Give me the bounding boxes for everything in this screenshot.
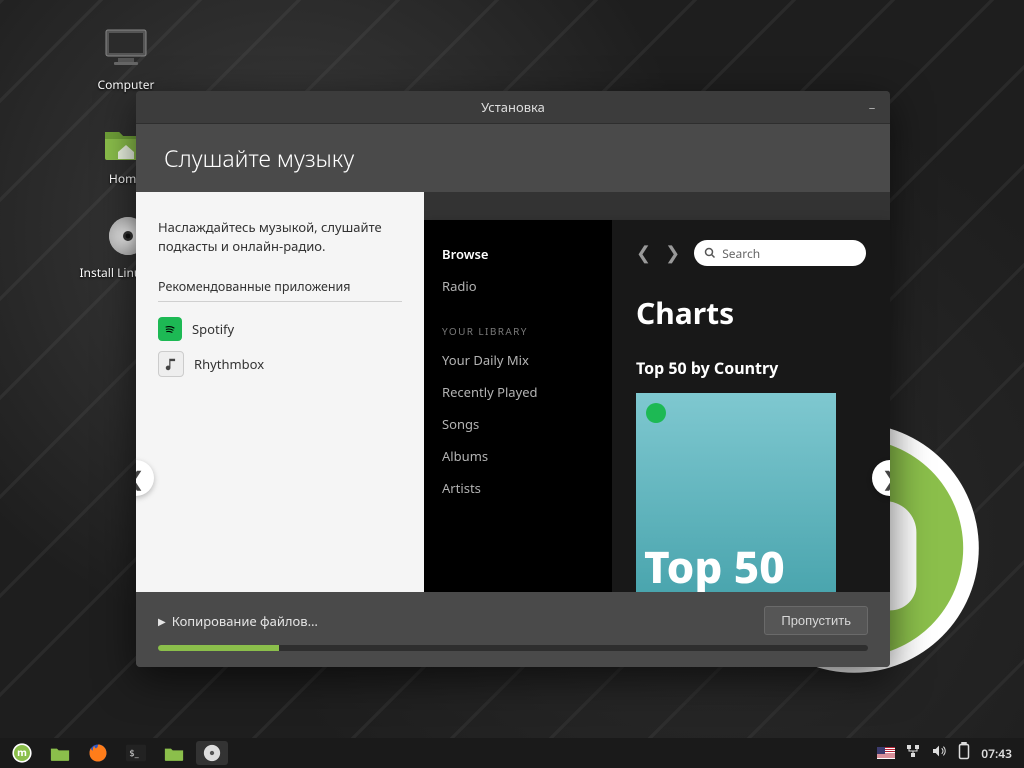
computer-icon xyxy=(102,24,150,72)
svg-text:m: m xyxy=(17,745,27,759)
sidebar-item: Songs xyxy=(442,408,594,440)
taskbar-terminal[interactable]: $_ xyxy=(120,741,152,765)
back-arrow-icon: ❮ xyxy=(636,241,651,265)
cover-text: Top 50 xyxy=(636,541,793,592)
taskbar-files-2[interactable] xyxy=(158,741,190,765)
desktop-icon-computer[interactable]: Computer xyxy=(86,24,166,93)
installer-footer: ▶ Копирование файлов… Пропустить xyxy=(136,592,890,667)
spotify-sidebar: Browse Radio YOUR LIBRARY Your Daily Mix… xyxy=(424,220,612,592)
skip-button[interactable]: Пропустить xyxy=(764,606,868,635)
app-row-spotify: Spotify xyxy=(158,312,402,346)
charts-title: Charts xyxy=(636,292,866,333)
taskbar-installer-running[interactable] xyxy=(196,741,228,765)
keyboard-layout-indicator[interactable] xyxy=(877,747,895,759)
status-text: Копирование файлов… xyxy=(172,612,318,630)
volume-icon[interactable] xyxy=(931,743,947,763)
screenshot-titlebar xyxy=(424,192,890,220)
playlist-cover: Top 50 xyxy=(636,393,836,592)
rhythmbox-icon xyxy=(158,351,184,377)
sidebar-browse: Browse xyxy=(442,238,594,270)
window-titlebar[interactable]: Установка – xyxy=(136,91,890,124)
start-menu-button[interactable]: m xyxy=(6,741,38,765)
app-name: Spotify xyxy=(192,320,234,338)
apps-heading: Рекомендованные приложения xyxy=(158,278,402,302)
slide-text-panel: Наслаждайтесь музыкой, слушайте подкасты… xyxy=(136,192,424,592)
spotify-screenshot: Browse Radio YOUR LIBRARY Your Daily Mix… xyxy=(424,220,890,592)
network-icon[interactable] xyxy=(905,743,921,763)
progress-fill xyxy=(158,645,279,651)
app-name: Rhythmbox xyxy=(194,355,264,373)
sidebar-item: Artists xyxy=(442,472,594,504)
slide-headline: Слушайте музыку xyxy=(136,124,890,192)
sidebar-item: Recently Played xyxy=(442,376,594,408)
spotify-badge-icon xyxy=(646,403,666,423)
search-icon xyxy=(704,247,716,259)
system-tray: 07:43 xyxy=(877,742,1018,764)
install-status[interactable]: ▶ Копирование файлов… xyxy=(158,612,318,630)
slide-screenshot-panel: Browse Radio YOUR LIBRARY Your Daily Mix… xyxy=(424,192,890,592)
slide-area: ❮ ❯ Наслаждайтесь музыкой, слушайте подк… xyxy=(136,192,890,592)
charts-subtitle: Top 50 by Country xyxy=(636,357,866,379)
sidebar-library-hdr: YOUR LIBRARY xyxy=(442,324,594,338)
sidebar-item: Albums xyxy=(442,440,594,472)
window-title: Установка xyxy=(481,98,545,116)
sidebar-radio: Radio xyxy=(442,270,594,302)
minimize-button[interactable]: – xyxy=(864,99,880,115)
search-placeholder: Search xyxy=(722,245,760,262)
expand-triangle-icon: ▶ xyxy=(158,614,166,628)
taskbar-files[interactable] xyxy=(44,741,76,765)
taskbar-firefox[interactable] xyxy=(82,741,114,765)
clock[interactable]: 07:43 xyxy=(981,745,1012,762)
spotify-main: ❮ ❯ Search Charts Top 50 by Country Top … xyxy=(612,220,890,592)
spotify-icon xyxy=(158,317,182,341)
battery-icon[interactable] xyxy=(957,742,971,764)
svg-text:$_: $_ xyxy=(129,746,139,759)
installer-window: Установка – Слушайте музыку ❮ ❯ Наслажда… xyxy=(136,91,890,667)
spotify-nav: ❮ ❯ Search xyxy=(636,240,866,266)
fwd-arrow-icon: ❯ xyxy=(665,241,680,265)
taskbar: m $_ 07:43 xyxy=(0,738,1024,768)
app-row-rhythmbox: Rhythmbox xyxy=(158,346,402,382)
slide-intro: Наслаждайтесь музыкой, слушайте подкасты… xyxy=(158,218,402,256)
sidebar-item: Your Daily Mix xyxy=(442,344,594,376)
spotify-search: Search xyxy=(694,240,866,266)
progress-bar xyxy=(158,645,868,651)
